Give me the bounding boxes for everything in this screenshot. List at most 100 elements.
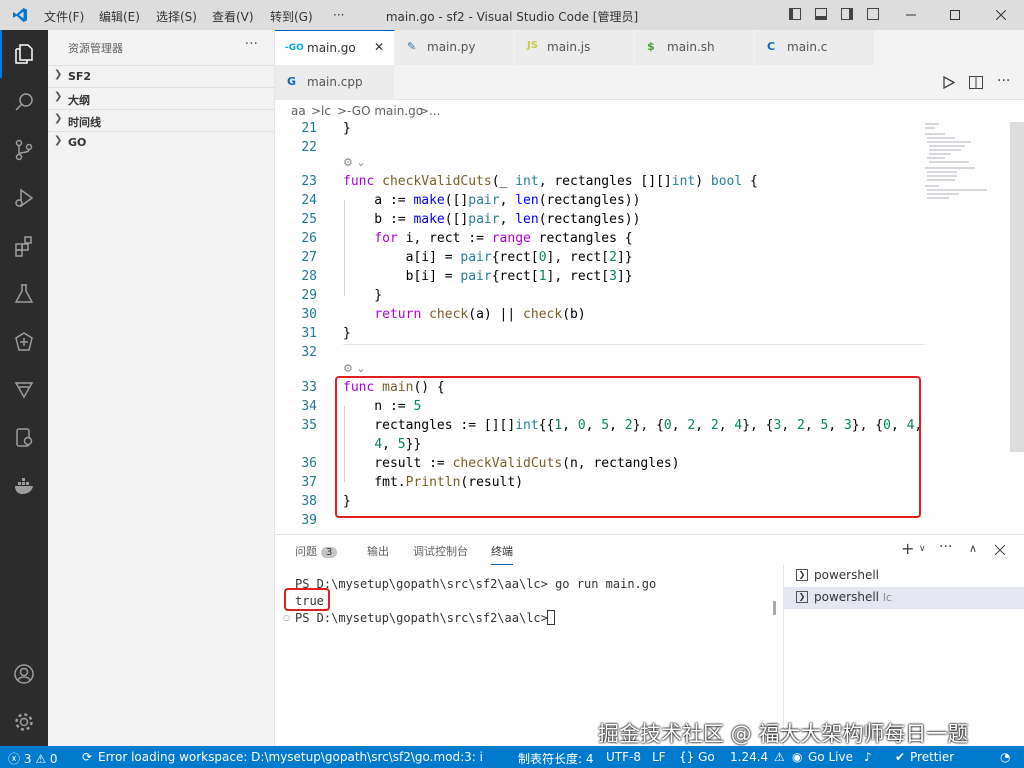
search-button[interactable] bbox=[0, 78, 48, 126]
docker-button[interactable] bbox=[0, 462, 48, 510]
breadcrumb-lc[interactable]: lc bbox=[321, 104, 331, 118]
close-window-button[interactable] bbox=[978, 0, 1024, 30]
explorer-button[interactable] bbox=[0, 30, 48, 78]
tab-debug-console[interactable]: 调试控制台 bbox=[413, 543, 468, 559]
minimize-button[interactable] bbox=[888, 0, 934, 30]
section-sf2[interactable]: ❯ SF2 bbox=[48, 65, 274, 87]
run-debug-button[interactable] bbox=[0, 174, 48, 222]
chevron-right-icon: ❯ bbox=[54, 91, 63, 102]
terminal-item[interactable]: ❯ powershell bbox=[784, 565, 1024, 587]
encoding-status[interactable]: UTF-8 bbox=[606, 750, 641, 764]
tab-main-py[interactable]: ✎ main.py bbox=[395, 30, 515, 65]
line-number: 39 bbox=[301, 513, 317, 528]
chevron-down-icon[interactable]: ∨ bbox=[919, 544, 926, 554]
breadcrumb-main-go[interactable]: -GO main.go bbox=[347, 104, 423, 118]
code-line: } bbox=[343, 326, 351, 341]
prettier-status[interactable]: Prettier bbox=[910, 750, 954, 764]
terminal-scrollbar[interactable] bbox=[773, 601, 776, 615]
editor-tabs-row2: G main.cpp ··· bbox=[275, 65, 1024, 100]
new-terminal-icon[interactable]: + bbox=[901, 539, 914, 558]
maximize-button[interactable] bbox=[932, 0, 978, 30]
menu-view[interactable]: 查看(V) bbox=[212, 8, 254, 25]
code-line: func checkValidCuts(_ int, rectangles []… bbox=[343, 174, 758, 189]
section-outline[interactable]: ❯ 大纲 bbox=[48, 87, 274, 109]
menu-file[interactable]: 文件(F) bbox=[44, 8, 84, 25]
code-line: b := make([]pair, len(rectangles)) bbox=[343, 212, 641, 227]
python-file-icon: ✎ bbox=[407, 40, 417, 53]
toggle-secondary-sidebar-icon[interactable] bbox=[841, 8, 853, 20]
breadcrumb: aa > lc > -GO main.go > ... bbox=[275, 100, 1024, 122]
menu-go[interactable]: 转到(G) bbox=[270, 8, 313, 25]
go-version-status[interactable]: 1.24.4 bbox=[730, 750, 768, 764]
tab-main-js[interactable]: JS main.js bbox=[515, 30, 635, 65]
breadcrumb-separator: > bbox=[311, 104, 322, 118]
bell-icon: ♪ bbox=[864, 750, 872, 764]
terminal-prompt[interactable]: PS D:\mysetup\gopath\src\sf2\aa\lc> bbox=[295, 611, 555, 625]
remote-explorer-button[interactable] bbox=[0, 318, 48, 366]
tab-main-cpp[interactable]: G main.cpp bbox=[275, 65, 395, 100]
maximize-panel-icon[interactable]: ∧ bbox=[969, 542, 977, 555]
tab-size-status[interactable]: 制表符长度: 4 bbox=[518, 750, 594, 767]
editor-scrollbar[interactable] bbox=[1010, 122, 1024, 452]
tab-problems[interactable]: 问题 3 bbox=[295, 543, 338, 559]
go-file-icon: -GO bbox=[285, 43, 304, 53]
annotation-box-main bbox=[335, 376, 921, 518]
menu-more[interactable]: ··· bbox=[333, 8, 344, 22]
remote-icon bbox=[15, 332, 33, 351]
tab-label: main.c bbox=[787, 40, 828, 54]
notifications-icon[interactable]: ◔ bbox=[1000, 750, 1010, 764]
close-panel-icon[interactable] bbox=[995, 545, 1005, 555]
section-go[interactable]: ❯ GO bbox=[48, 131, 274, 153]
check-icon: ✔ bbox=[895, 750, 906, 764]
tab-main-go[interactable]: -GO main.go ✕ bbox=[275, 30, 395, 65]
extensions-button[interactable] bbox=[0, 222, 48, 270]
source-control-icon bbox=[15, 139, 33, 161]
section-timeline[interactable]: ❯ 时间线 bbox=[48, 109, 274, 131]
gitlens-button[interactable] bbox=[0, 366, 48, 414]
tab-main-c[interactable]: C main.c bbox=[755, 30, 875, 65]
gear-icon bbox=[15, 713, 33, 731]
copilot-lens-icon[interactable]: ⚙︎ ⌄ bbox=[343, 156, 366, 169]
customize-layout-icon[interactable] bbox=[867, 8, 879, 20]
source-control-button[interactable] bbox=[0, 126, 48, 174]
status-bar: ⓧ 3 ⚠ 0 ⟳ Error loading workspace: D:\my… bbox=[0, 746, 1024, 768]
problems-status[interactable]: ⓧ 3 ⚠ 0 bbox=[8, 750, 58, 767]
code-editor[interactable]: 21 } 22 ⚙︎ ⌄ 23 func checkValidCuts(_ in… bbox=[275, 122, 1024, 534]
tab-terminal[interactable]: 终端 bbox=[491, 543, 513, 565]
remote-window-button[interactable] bbox=[0, 414, 48, 462]
problems-count-badge: 3 bbox=[321, 547, 338, 558]
language-status[interactable]: {} Go bbox=[679, 750, 715, 764]
close-tab-icon[interactable]: ✕ bbox=[374, 40, 384, 54]
go-live-button[interactable]: Go Live bbox=[808, 750, 853, 764]
toggle-panel-icon[interactable] bbox=[815, 8, 827, 20]
tab-label: main.py bbox=[427, 40, 476, 54]
more-actions-icon[interactable]: ··· bbox=[245, 36, 258, 52]
menu-edit[interactable]: 编辑(E) bbox=[99, 8, 140, 25]
line-number: 21 bbox=[301, 122, 317, 136]
docker-icon bbox=[15, 478, 33, 494]
toggle-sidebar-icon[interactable] bbox=[789, 8, 801, 20]
editor-more-icon[interactable]: ··· bbox=[997, 73, 1010, 89]
menu-selection[interactable]: 选择(S) bbox=[156, 8, 197, 25]
breadcrumb-more[interactable]: ... bbox=[429, 104, 440, 118]
manage-button[interactable] bbox=[0, 698, 48, 746]
workspace-error-message[interactable]: Error loading workspace: D:\mysetup\gopa… bbox=[98, 750, 482, 764]
copilot-lens-icon[interactable]: ⚙︎ ⌄ bbox=[343, 362, 366, 375]
flask-icon bbox=[14, 284, 34, 303]
breadcrumb-aa[interactable]: aa bbox=[291, 104, 306, 118]
split-editor-icon[interactable] bbox=[969, 76, 983, 89]
warning-icon: ⚠ bbox=[774, 750, 785, 764]
panel-more-icon[interactable]: ··· bbox=[939, 539, 952, 555]
terminal-line: PS D:\mysetup\gopath\src\sf2\aa\lc> go r… bbox=[295, 577, 657, 591]
run-file-icon[interactable] bbox=[943, 76, 955, 89]
line-number: 22 bbox=[301, 140, 317, 155]
tab-output[interactable]: 输出 bbox=[367, 543, 389, 559]
terminal-item-active[interactable]: ❯ powershell lc bbox=[784, 587, 1024, 609]
tab-main-sh[interactable]: $ main.sh bbox=[635, 30, 755, 65]
vscode-logo-icon bbox=[13, 8, 27, 22]
warning-count: 0 bbox=[49, 752, 58, 766]
minimap[interactable] bbox=[925, 122, 995, 212]
testing-button[interactable] bbox=[0, 270, 48, 318]
eol-status[interactable]: LF bbox=[652, 750, 666, 764]
accounts-button[interactable] bbox=[0, 650, 48, 698]
